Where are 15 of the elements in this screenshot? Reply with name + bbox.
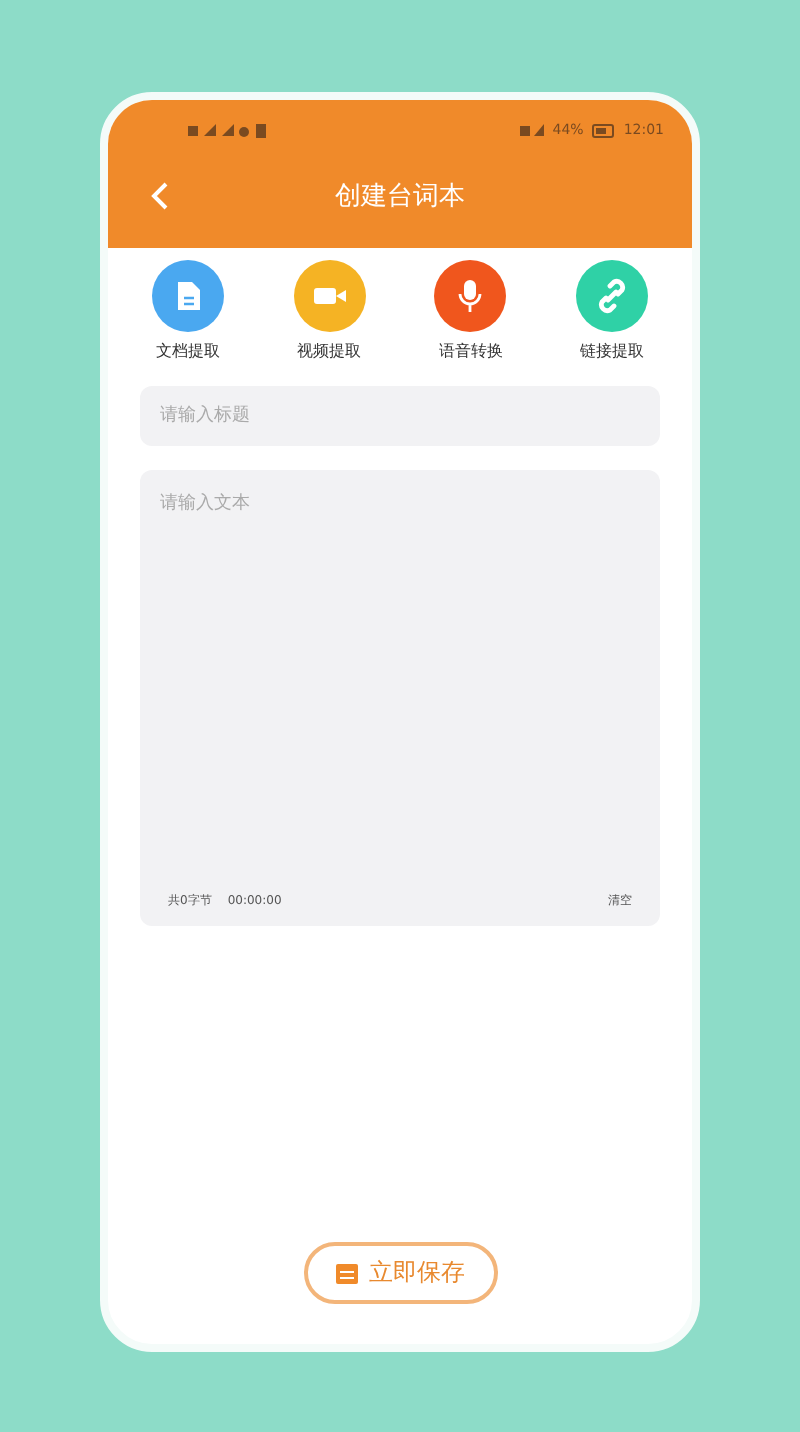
text-area[interactable]: 请输入文本 (140, 470, 660, 892)
title-input-field[interactable]: 请输入标题 (140, 386, 660, 446)
page-title: 创建台词本 (335, 180, 465, 214)
battery-icon (591, 123, 616, 137)
video-camera-icon (311, 284, 348, 308)
tool-button[interactable]: 文档提取 (128, 260, 248, 362)
tool-button[interactable]: 链接提取 (551, 260, 672, 362)
back-icon (150, 180, 170, 212)
link-icon (593, 278, 630, 314)
tool-button[interactable]: 语音转换 (410, 260, 531, 362)
tool-button[interactable]: 视频提取 (269, 260, 390, 362)
microphone-icon (458, 278, 483, 314)
document-icon (174, 280, 202, 312)
back-button[interactable] (148, 180, 172, 212)
save-icon (335, 1262, 357, 1284)
